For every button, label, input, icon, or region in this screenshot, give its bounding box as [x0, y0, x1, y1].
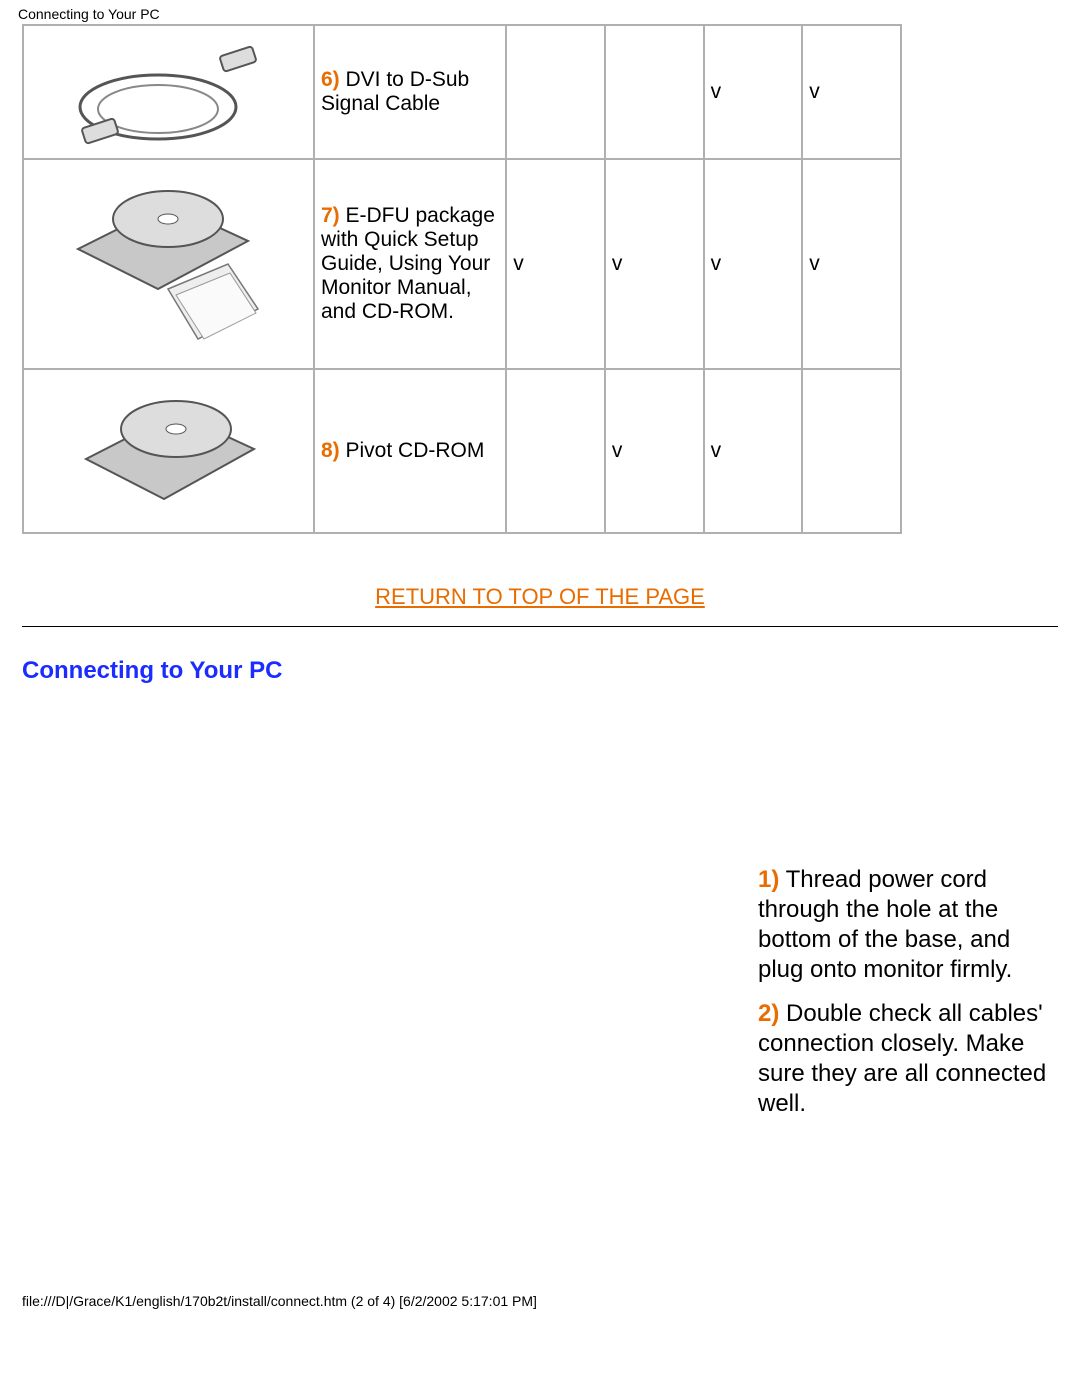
item-desc-cell: 7) E-DFU package with Quick Setup Guide,… [314, 159, 506, 369]
item-number: 6) [321, 68, 340, 91]
check-cell [506, 369, 605, 533]
table-row: 8) Pivot CD-ROM v v [23, 369, 901, 533]
item-label: DVI to D-Sub Signal Cable [321, 68, 469, 115]
table-row: 7) E-DFU package with Quick Setup Guide,… [23, 159, 901, 369]
step-text: Double check all cables' connection clos… [758, 1000, 1046, 1117]
cable-icon [63, 37, 273, 147]
item-desc-cell: 6) DVI to D-Sub Signal Cable [314, 25, 506, 159]
check-cell: v [605, 369, 704, 533]
check-cell: v [704, 25, 803, 159]
step-text: Thread power cord through the hole at th… [758, 866, 1012, 983]
check-cell: v [704, 369, 803, 533]
check-cell: v [506, 159, 605, 369]
item-label: E-DFU package with Quick Setup Guide, Us… [321, 204, 495, 323]
cdrom-package-icon [58, 169, 278, 359]
return-to-top-wrap: RETURN TO TOP OF THE PAGE [0, 584, 1080, 610]
check-cell: v [802, 25, 901, 159]
steps-list: 1) Thread power cord through the hole at… [758, 865, 1058, 1133]
table-row: 6) DVI to D-Sub Signal Cable v v [23, 25, 901, 159]
step-item: 1) Thread power cord through the hole at… [758, 865, 1058, 985]
item-image-cell [23, 159, 314, 369]
item-label: Pivot CD-ROM [340, 439, 485, 462]
item-number: 7) [321, 204, 340, 227]
check-cell: v [605, 159, 704, 369]
check-cell [802, 369, 901, 533]
check-cell [605, 25, 704, 159]
item-number: 8) [321, 439, 340, 462]
section-title: Connecting to Your PC [22, 657, 1080, 685]
check-cell: v [802, 159, 901, 369]
check-cell [506, 25, 605, 159]
cdrom-icon [68, 381, 268, 521]
step-number: 2) [758, 1000, 779, 1027]
section-divider [22, 626, 1058, 627]
steps-container: 1) Thread power cord through the hole at… [0, 865, 1058, 1133]
page-header-small: Connecting to Your PC [0, 0, 1080, 24]
item-desc-cell: 8) Pivot CD-ROM [314, 369, 506, 533]
accessory-pack-table: 6) DVI to D-Sub Signal Cable v v 7) E-DF… [22, 24, 902, 534]
item-image-cell [23, 369, 314, 533]
page-footer: file:///D|/Grace/K1/english/170b2t/insta… [22, 1293, 1080, 1321]
step-number: 1) [758, 866, 779, 893]
step-item: 2) Double check all cables' connection c… [758, 999, 1058, 1119]
return-to-top-link[interactable]: RETURN TO TOP OF THE PAGE [375, 584, 705, 609]
item-image-cell [23, 25, 314, 159]
check-cell: v [704, 159, 803, 369]
